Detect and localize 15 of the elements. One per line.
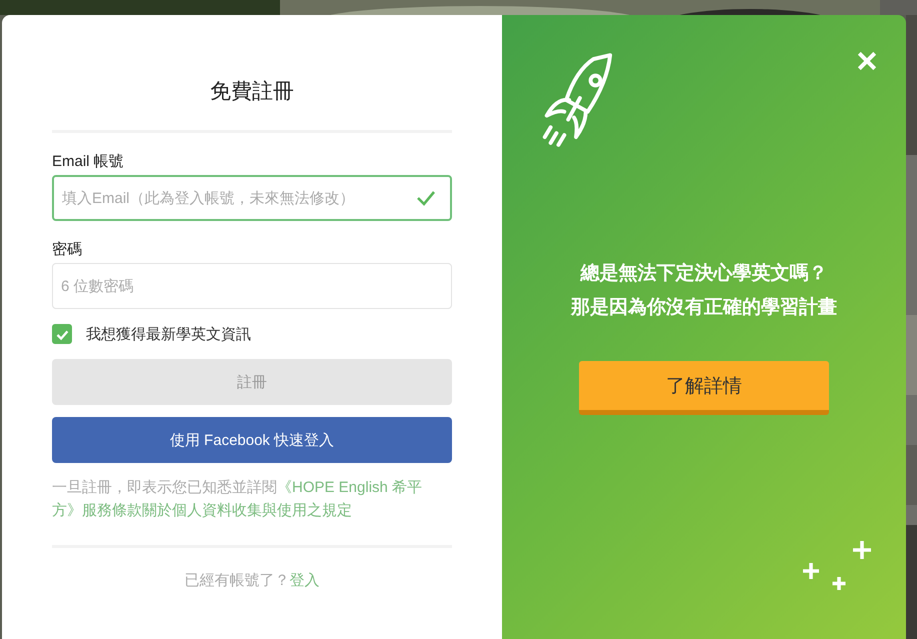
checkbox[interactable] [52, 324, 72, 344]
password-field[interactable]: 6 位數密碼 [52, 263, 452, 309]
learn-more-button[interactable]: 了解詳情 [579, 361, 829, 415]
promo-text: 總是無法下定決心學英文嗎？ [580, 262, 828, 286]
field-label: Email 帳號 [52, 153, 125, 171]
field-label: 密碼 [52, 241, 83, 259]
email-field[interactable]: 填入Email（此為登入帳號，未來無法修改） [52, 175, 452, 221]
check-icon [416, 190, 436, 206]
terms-text: 一旦註冊，即表示您已知悉並詳閱《HOPE English 希平方》服務條款關於個人資料收集與使用之規定 [52, 478, 424, 521]
login-prompt: 已經有帳號了？ [184, 572, 290, 589]
promo-text: 那是因為你沒有正確的學習計畫 [571, 296, 837, 320]
dialog-title: 免費註冊 [209, 79, 295, 105]
facebook-login-button[interactable]: 使用 Facebook 快速登入 [52, 417, 452, 463]
checkbox-label: 我想獲得最新學英文資訊 [86, 324, 251, 344]
close-button[interactable] [856, 50, 878, 72]
